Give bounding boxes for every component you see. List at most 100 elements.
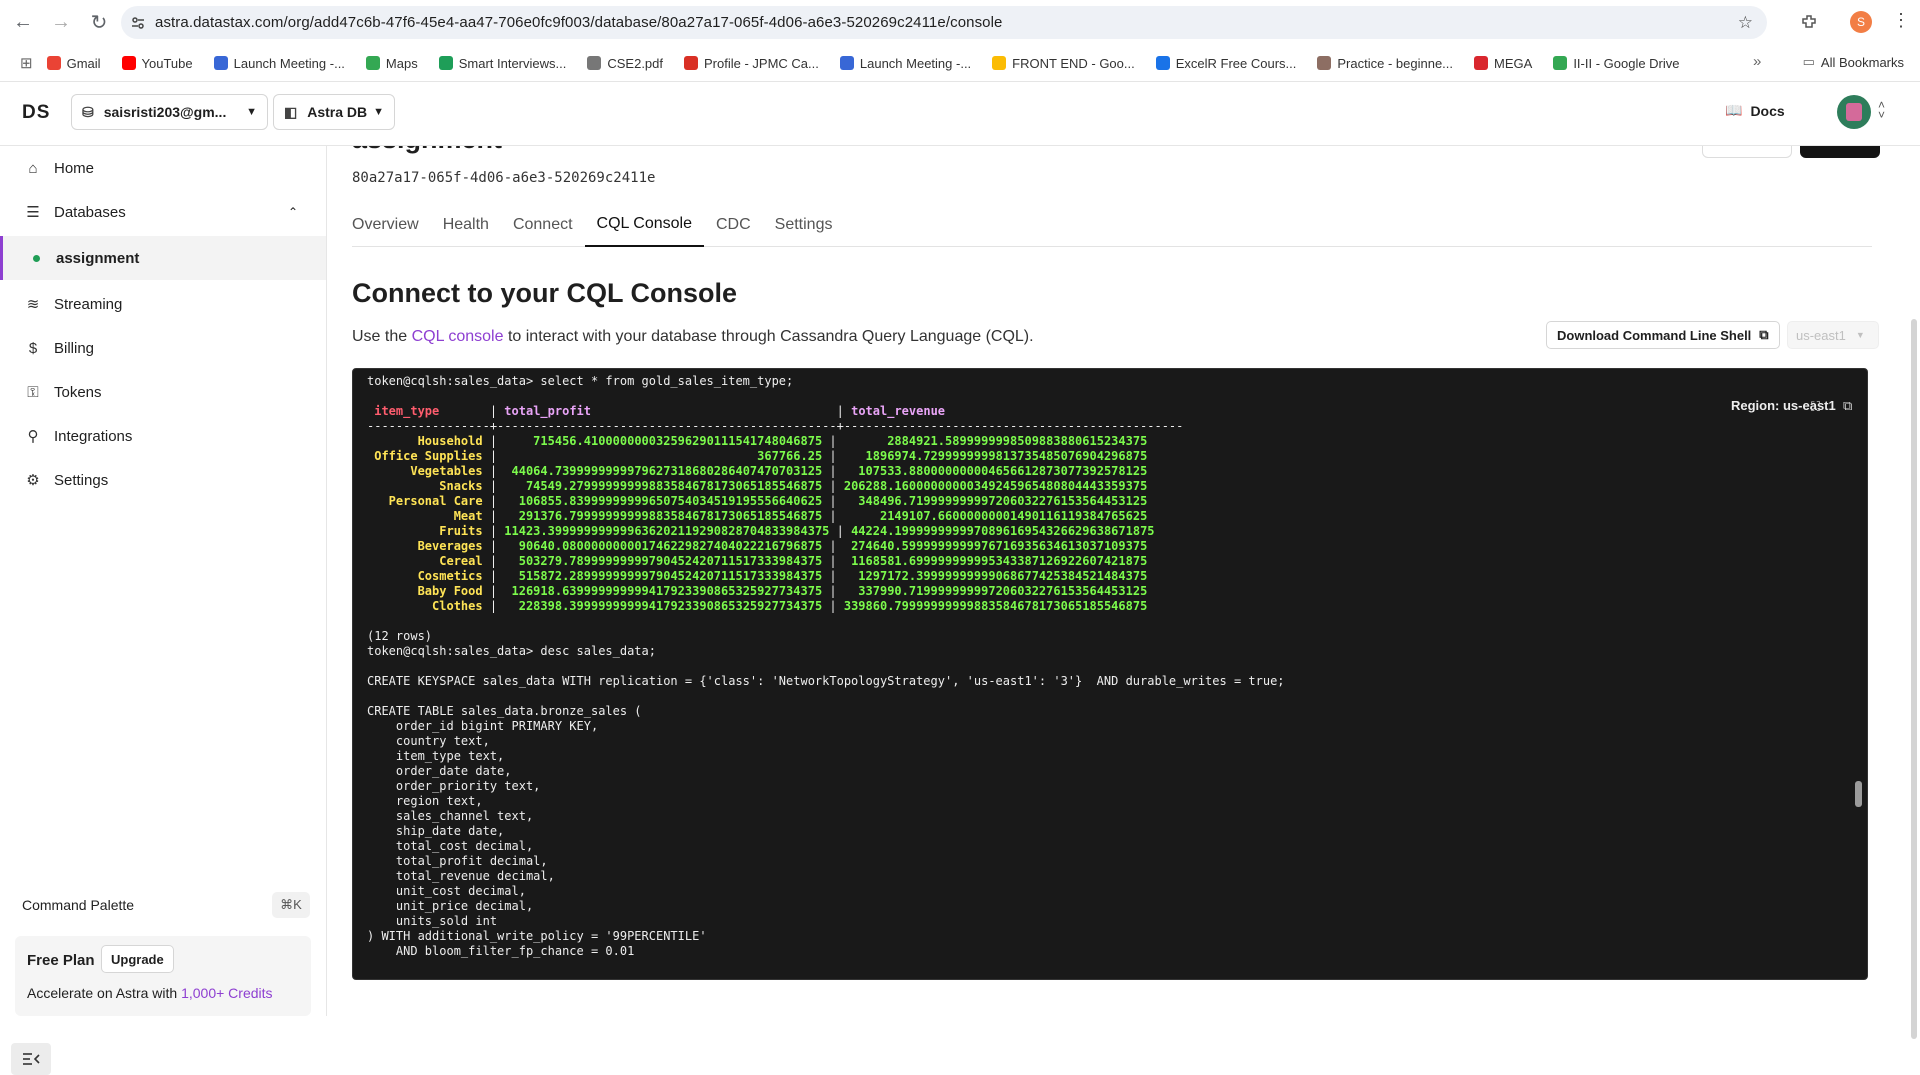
tab-settings[interactable]: Settings <box>763 202 845 247</box>
sidebar-item-home[interactable]: ⌂ Home <box>0 146 326 190</box>
secondary-action-button[interactable] <box>1702 146 1792 158</box>
sidebar-item-label: Databases <box>54 203 126 221</box>
forward-icon[interactable]: → <box>46 7 76 37</box>
credits-link[interactable]: 1,000+ Credits <box>181 985 272 1001</box>
bookmark-star-icon[interactable]: ☆ <box>1738 13 1753 33</box>
description-text: Use the <box>352 328 412 345</box>
bookmark-item[interactable]: Maps <box>365 56 418 71</box>
product-selector[interactable]: ◧ Astra DB ▼ <box>273 94 395 130</box>
bookmark-favicon-icon <box>365 56 380 70</box>
bookmark-label: CSE2.pdf <box>607 55 664 71</box>
tab-cql-console[interactable]: CQL Console <box>584 202 704 247</box>
sidebar-item-databases[interactable]: ☰ Databases ⌃ <box>0 190 326 234</box>
promo-text: Accelerate on Astra with <box>27 985 182 1001</box>
all-bookmarks[interactable]: ▭ All Bookmarks <box>1803 54 1904 70</box>
org-icon: ⛁ <box>82 103 94 120</box>
bookmark-label: Profile - JPMC Ca... <box>704 55 819 71</box>
bookmark-label: Practice - beginne... <box>1337 55 1454 71</box>
fullscreen-icon[interactable]: ⛶ <box>1811 399 1820 415</box>
url-text[interactable]: astra.datastax.com/org/add47c6b-47f6-45e… <box>155 14 1003 31</box>
bookmark-favicon-icon <box>213 56 228 70</box>
reload-icon[interactable]: ↻ <box>84 7 114 37</box>
bookmark-item[interactable]: ExcelR Free Cours... <box>1155 56 1296 71</box>
sidebar-item-billing[interactable]: $ Billing <box>0 326 326 370</box>
command-palette[interactable]: Command Palette <box>22 897 134 913</box>
terminal-output[interactable]: token@cqlsh:sales_data> select * from go… <box>367 374 1837 974</box>
bookmark-favicon-icon <box>587 56 602 70</box>
sidebar-item-streaming[interactable]: ≋ Streaming <box>0 282 326 326</box>
back-icon[interactable]: ← <box>8 7 38 37</box>
sidebar: ⌂ Home ☰ Databases ⌃ assignment ≋ Streaming $ Bil… <box>0 146 327 1075</box>
primary-action-button[interactable] <box>1800 146 1880 158</box>
bookmark-item[interactable]: CSE2.pdf <box>587 56 663 71</box>
bookmark-label: Launch Meeting -... <box>233 55 345 71</box>
bookmark-item[interactable]: Smart Interviews... <box>438 55 567 71</box>
site-info-icon[interactable] <box>121 15 155 31</box>
chevron-down-icon: ▼ <box>373 106 384 118</box>
profile-avatar[interactable]: S <box>1850 11 1872 33</box>
user-avatar[interactable] <box>1837 95 1871 129</box>
apps-grid-icon[interactable]: ⊞ <box>20 54 33 72</box>
key-icon: ⚿ <box>27 383 39 401</box>
bookmark-item[interactable]: Practice - beginne... <box>1317 56 1453 71</box>
chevron-down-icon: ▼ <box>1855 330 1865 340</box>
billing-icon: $ <box>28 339 38 357</box>
top-header: DS ⛁ saisristi203@gm... ▼ ◧ Astra DB ▼ 📖… <box>0 82 1920 146</box>
bookmark-item[interactable]: II-II - Google Drive <box>1553 56 1680 71</box>
bookmark-item[interactable]: Gmail <box>46 56 101 71</box>
sidebar-item-tokens[interactable]: ⚿ Tokens <box>0 370 326 414</box>
bookmark-favicon-icon <box>1553 56 1568 70</box>
tab-cdc[interactable]: CDC <box>704 202 763 247</box>
account-chevron-icon[interactable]: ˄ ˅ <box>1878 99 1885 121</box>
address-bar[interactable]: astra.datastax.com/org/add47c6b-47f6-45e… <box>121 6 1767 39</box>
cql-terminal[interactable]: token@cqlsh:sales_data> select * from go… <box>352 368 1868 980</box>
region-select-value: us-east1 <box>1796 327 1846 343</box>
database-tabs: Overview Health Connect CQL Console CDC Setti… <box>352 202 1872 247</box>
sidebar-item-settings[interactable]: ⚙ Settings <box>0 458 326 502</box>
bookmark-favicon-icon <box>1474 56 1489 70</box>
bookmark-item[interactable]: Launch Meeting -... <box>839 56 971 71</box>
page-scrollbar[interactable] <box>1911 319 1917 1039</box>
browser-menu-icon[interactable]: ⋮ <box>1892 10 1910 31</box>
product-icon: ◧ <box>284 103 298 120</box>
tab-health[interactable]: Health <box>431 202 501 247</box>
bookmark-item[interactable]: Profile - JPMC Ca... <box>684 56 819 71</box>
datastax-logo[interactable]: DS <box>22 102 50 124</box>
bookmark-item[interactable]: YouTube <box>121 55 193 71</box>
download-shell-button[interactable]: Download Command Line Shell ⧉ <box>1546 321 1780 349</box>
chevron-down-icon: ▼ <box>246 106 257 118</box>
bookmark-label: Smart Interviews... <box>458 55 567 71</box>
main-content: assignment 80a27a17-065f-4d06-a6e3-52026… <box>328 146 1920 1016</box>
extensions-icon[interactable] <box>1797 10 1821 34</box>
terminal-line: token@cqlsh:sales_data> select * from go… <box>367 374 794 388</box>
terminal-scrollbar[interactable] <box>1855 781 1862 807</box>
docs-label: Docs <box>1750 102 1785 119</box>
region-select[interactable]: us-east1 ▼ <box>1787 321 1879 349</box>
bookmark-item[interactable]: FRONT END - Goo... <box>992 56 1135 71</box>
bookmark-favicon-icon <box>839 56 854 70</box>
collapse-sidebar-icon[interactable] <box>11 1043 51 1075</box>
bookmark-label: YouTube <box>141 55 193 71</box>
sidebar-item-label: Billing <box>54 339 95 357</box>
tab-overview[interactable]: Overview <box>352 202 431 247</box>
tab-connect[interactable]: Connect <box>501 202 585 247</box>
bookmark-favicon-icon <box>684 56 699 70</box>
folder-icon: ▭ <box>1802 54 1815 69</box>
bookmark-item[interactable]: Launch Meeting -... <box>213 55 345 71</box>
collapse-chevron-icon[interactable]: ⌃ <box>288 205 298 219</box>
sidebar-item-integrations[interactable]: ⚲ Integrations <box>0 414 326 458</box>
upgrade-button[interactable]: Upgrade <box>101 945 174 973</box>
bookmark-item[interactable]: MEGA <box>1474 56 1532 71</box>
product-label: Astra DB <box>307 104 368 120</box>
cql-console-link[interactable]: CQL console <box>412 328 504 345</box>
external-link-icon: ⧉ <box>1759 327 1769 342</box>
bookmarks-overflow-icon[interactable]: » <box>1753 53 1761 70</box>
docs-link[interactable]: 📖 Docs <box>1725 102 1785 119</box>
sidebar-item-label: Integrations <box>54 427 133 445</box>
sidebar-item-assignment[interactable]: assignment <box>0 236 326 280</box>
shortcut-badge: ⌘K <box>272 892 310 918</box>
org-selector[interactable]: ⛁ saisristi203@gm... ▼ <box>71 94 268 130</box>
astra-app: DS ⛁ saisristi203@gm... ▼ ◧ Astra DB ▼ 📖… <box>0 81 1920 1075</box>
database-id: 80a27a17-065f-4d06-a6e3-520269c2411e <box>352 170 656 186</box>
popout-icon[interactable]: ⧉ <box>1843 398 1852 414</box>
